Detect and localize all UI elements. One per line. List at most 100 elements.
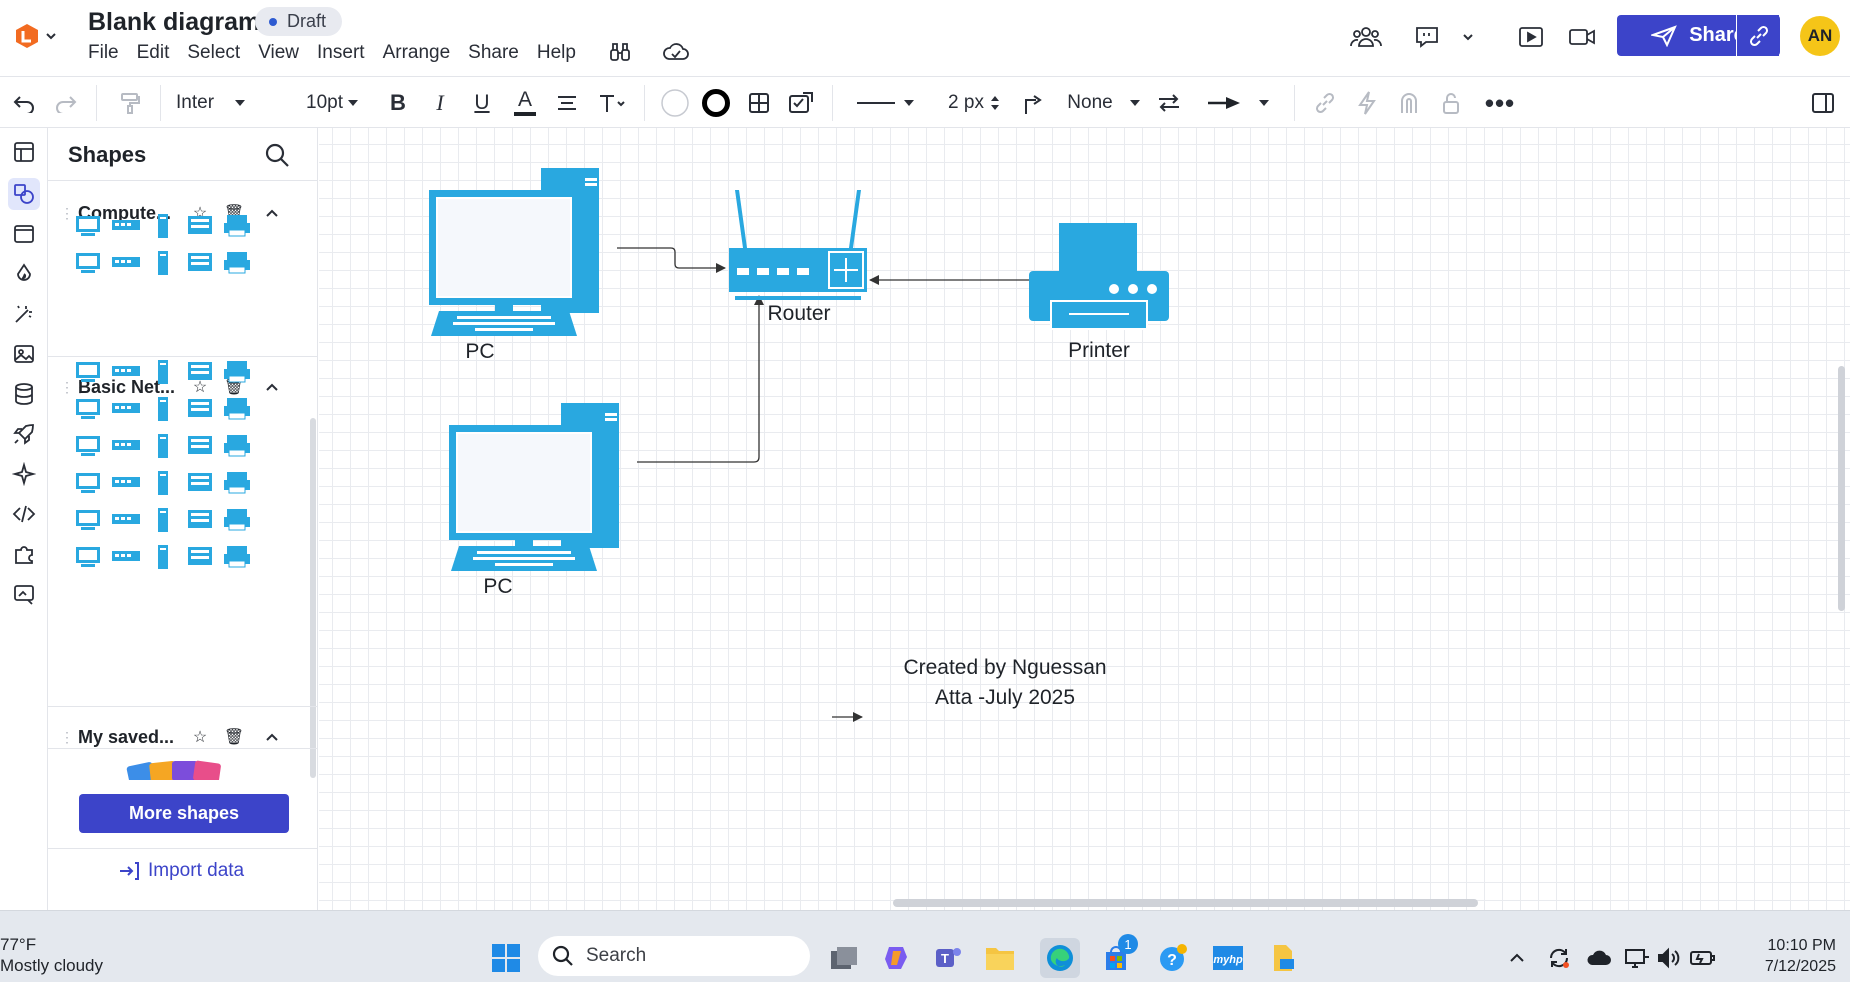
properties-panel-icon[interactable] [1806,77,1840,129]
document-title[interactable]: Blank diagram [88,8,260,37]
menu-insert[interactable]: Insert [317,40,374,66]
border-style-icon[interactable] [742,77,776,129]
task-view-icon[interactable] [824,938,864,978]
help-app-icon[interactable]: ? [1152,938,1192,978]
binoculars-icon[interactable] [606,38,634,66]
network-shape-thumb[interactable] [146,395,180,423]
network-shape-thumb[interactable] [72,395,106,423]
menu-select[interactable]: Select [187,40,249,66]
network-shape-thumb[interactable] [183,432,217,460]
pc1-label[interactable]: PC [430,340,530,364]
image-icon[interactable] [8,338,40,370]
line-shape-icon[interactable] [1018,77,1052,129]
text-color-icon[interactable]: A [510,77,540,129]
conditional-format-icon[interactable] [784,77,818,129]
magic-wand-icon[interactable] [8,298,40,330]
network-display-icon[interactable] [1620,938,1654,978]
printer-label[interactable]: Printer [1039,339,1159,363]
sync-icon[interactable] [1542,938,1576,978]
network-shape-thumb[interactable] [109,543,143,571]
windows-start-icon[interactable] [486,938,526,978]
ai-sparkle-icon[interactable] [8,458,40,490]
taskbar-search-box[interactable]: Search [538,936,810,976]
network-shape-thumb[interactable] [220,432,254,460]
italic-icon[interactable]: I [425,77,455,129]
link-icon[interactable] [1308,77,1342,129]
video-call-icon[interactable] [1566,22,1598,52]
star-icon[interactable]: ☆ [190,727,210,747]
computer-shape-thumb[interactable] [220,249,254,277]
screenshot-icon[interactable] [8,578,40,610]
menu-view[interactable]: View [258,40,308,66]
comments-dropdown-icon[interactable] [1456,24,1480,50]
network-shape-thumb[interactable] [183,395,217,423]
underline-icon[interactable]: U [467,77,497,129]
app-menu-button[interactable] [14,20,60,52]
network-shape-thumb[interactable] [220,469,254,497]
database-icon[interactable] [8,378,40,410]
network-shape-thumb[interactable] [72,469,106,497]
clock-time[interactable]: 10:10 PM [1736,937,1836,955]
search-icon[interactable] [262,140,292,170]
computer-shape-thumb[interactable] [109,212,143,240]
chevron-up-icon[interactable] [262,382,282,392]
computer-shape-thumb[interactable] [72,249,106,277]
show-hidden-icons-chevron-icon[interactable] [1502,938,1532,978]
rocket-icon[interactable] [8,418,40,450]
menu-share[interactable]: Share [468,40,528,66]
network-shape-thumb[interactable] [183,543,217,571]
clock-date[interactable]: 7/12/2025 [1736,958,1836,976]
color-fill-icon[interactable] [8,258,40,290]
bold-icon[interactable]: B [383,77,413,129]
network-shape-thumb[interactable] [183,506,217,534]
text-options-icon[interactable] [594,77,630,129]
more-options-icon[interactable]: ••• [1480,77,1520,129]
magnet-icon[interactable] [1392,77,1426,129]
weather-description[interactable]: Mostly cloudy [0,956,103,976]
redo-icon[interactable] [48,77,84,129]
computer-shape-thumb[interactable] [183,249,217,277]
arrow-start-select[interactable]: None [1064,77,1144,129]
user-avatar[interactable]: AN [1800,16,1840,56]
folder-files-icon[interactable] [1264,938,1304,978]
lock-icon[interactable] [1434,77,1468,129]
action-lightning-icon[interactable] [1350,77,1384,129]
network-shape-thumb[interactable] [109,432,143,460]
network-shape-thumb[interactable] [146,469,180,497]
battery-icon[interactable] [1686,938,1720,978]
note-line-2[interactable]: Atta -July 2025 [855,686,1155,710]
computer-shape-thumb[interactable] [72,212,106,240]
weather-temperature[interactable]: 77°F [0,935,36,955]
network-shape-thumb[interactable] [220,506,254,534]
network-shape-thumb[interactable] [220,395,254,423]
copilot-icon[interactable] [876,938,916,978]
file-explorer-icon[interactable] [980,938,1020,978]
pc2-label[interactable]: PC [448,575,548,599]
menu-arrange[interactable]: Arrange [383,40,460,66]
note-line-1[interactable]: Created by Nguessan [855,656,1155,680]
line-width-stepper[interactable]: 2 px [944,77,1004,129]
shapes-icon[interactable] [8,178,40,210]
present-icon[interactable] [1516,22,1546,52]
network-shape-thumb[interactable] [109,469,143,497]
teams-icon[interactable]: T [928,938,968,978]
arrow-end-select[interactable] [1198,77,1278,129]
network-shape-thumb[interactable] [183,469,217,497]
chevron-up-icon[interactable] [262,208,282,218]
line-color-icon[interactable] [699,77,733,129]
network-shape-thumb[interactable] [109,358,143,386]
section-header-my-saved[interactable]: ⋮⋮ My saved... ☆ 🗑 [48,716,318,758]
format-painter-icon[interactable] [112,77,148,129]
code-icon[interactable] [8,498,40,530]
undo-icon[interactable] [6,77,42,129]
collaborators-icon[interactable] [1348,22,1384,52]
frames-icon[interactable] [8,218,40,250]
computer-shape-thumb[interactable] [220,212,254,240]
myhp-icon[interactable]: myhp [1208,938,1248,978]
computer-shape-thumb[interactable] [109,249,143,277]
computer-shape-thumb[interactable] [146,249,180,277]
integrations-icon[interactable] [8,538,40,570]
align-text-icon[interactable] [552,77,582,129]
fill-color-icon[interactable] [658,77,692,129]
diagram-canvas[interactable]: PC PC Router Printer Created by Nguessan… [319,128,1850,910]
